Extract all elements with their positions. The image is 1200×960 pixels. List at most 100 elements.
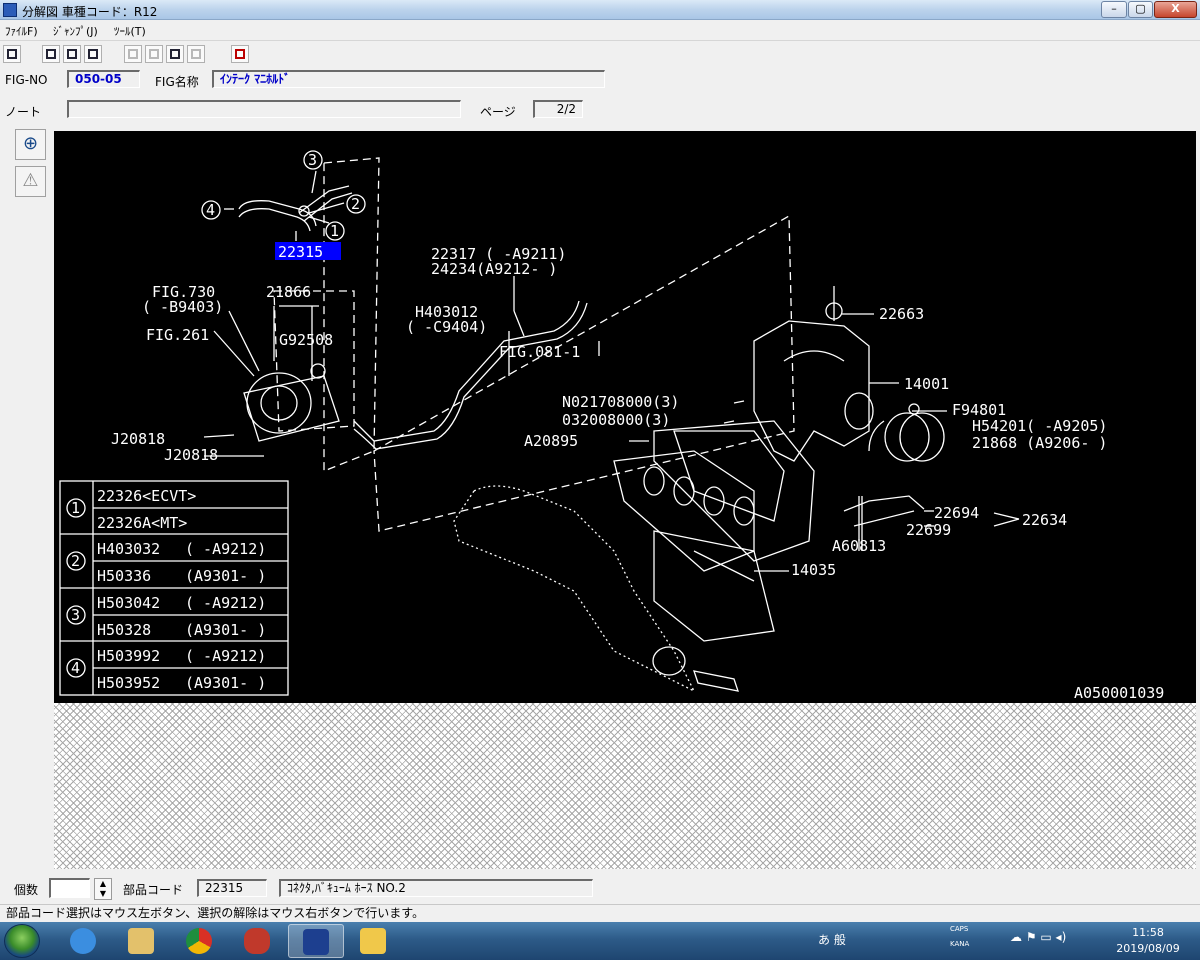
legend-2-row1-part[interactable]: H403032 — [97, 540, 160, 558]
fig-no-label: FIG-NO — [5, 73, 48, 87]
legend-3-row2-range: (A9301- ) — [185, 621, 266, 639]
note-field[interactable] — [67, 100, 461, 118]
part-j20818-upper[interactable]: J20818 — [111, 430, 165, 448]
back-button[interactable] — [166, 45, 184, 63]
callout-3[interactable]: 3 — [308, 151, 317, 169]
callout-1[interactable]: 1 — [330, 222, 339, 240]
menu-jump[interactable]: ｼﾞｬﾝﾌﾟ(J) — [53, 23, 98, 39]
search-button[interactable] — [42, 45, 60, 63]
print-button[interactable] — [3, 45, 21, 63]
taskbar-chrome[interactable] — [172, 924, 228, 958]
part-code-field[interactable]: 22315 — [197, 879, 267, 897]
part-a60813[interactable]: A60813 — [832, 537, 886, 555]
part-032008000[interactable]: 032008000(3) — [562, 411, 670, 429]
legend-3-row2-part[interactable]: H50328 — [97, 621, 151, 639]
menu-file[interactable]: ﾌｧｲﾙF) — [5, 23, 38, 39]
ime-indicator[interactable]: あ 般 — [818, 931, 846, 948]
list-button[interactable] — [63, 45, 81, 63]
chrome-icon — [186, 928, 212, 954]
forward-icon — [191, 49, 201, 59]
status-bar: 部品コード選択はマウス左ボタン、選択の解除はマウス右ボタンで行います。 — [0, 904, 1200, 922]
legend-4-row1-part[interactable]: H503992 — [97, 647, 160, 665]
fig-no-field[interactable]: 050-05 — [67, 70, 140, 88]
legend-3-row1-range: ( -A9212) — [185, 594, 266, 612]
taskbar-folder[interactable] — [346, 924, 402, 958]
caps-indicator: CAPS — [950, 925, 969, 933]
part-22694[interactable]: 22694 — [934, 504, 979, 522]
part-code-label: 部品コード — [123, 883, 184, 897]
part-name-field[interactable]: ｺﾈｸﾀ,ﾊﾞｷｭｰﾑ ﾎｰｽ NO.2 — [279, 879, 593, 897]
part-22663[interactable]: 22663 — [879, 305, 924, 323]
exit-button[interactable] — [231, 45, 249, 63]
taskbar: あ 般 CAPS KANA ☁ ⚑ ▭ ◂) 11:58 2019/08/09 — [0, 922, 1200, 960]
fig-261-link[interactable]: FIG.261 — [146, 326, 209, 344]
warning-button[interactable]: ⚠ — [15, 166, 46, 197]
legend-2-row2-part[interactable]: H50336 — [97, 567, 151, 585]
forward-button[interactable] — [187, 45, 205, 63]
next-page-button[interactable] — [145, 45, 163, 63]
menu-tool[interactable]: ﾂｰﾙ(T) — [114, 23, 146, 39]
part-j20818-lower[interactable]: J20818 — [164, 446, 218, 464]
fig-name-field[interactable]: ｲﾝﾃｰｸ ﾏﾆﾎﾙﾄﾞ — [212, 70, 605, 88]
legend-1-num: 1 — [71, 499, 80, 517]
prev-page-button[interactable] — [124, 45, 142, 63]
legend-3-row1-part[interactable]: H503042 — [97, 594, 160, 612]
callout-4[interactable]: 4 — [206, 201, 215, 219]
part-21868[interactable]: 21868 (A9206- ) — [972, 434, 1107, 452]
warning-icon: ⚠ — [22, 170, 39, 191]
part-a20895[interactable]: A20895 — [524, 432, 578, 450]
legend-1-row2-part[interactable]: 22326A<MT> — [97, 514, 187, 532]
subaru-parts-icon — [303, 929, 329, 955]
legend-2-row2-range: (A9301- ) — [185, 567, 266, 585]
explorer-icon — [128, 928, 154, 954]
page-field[interactable]: 2/2 — [533, 100, 583, 118]
part-24234[interactable]: 24234(A9212- ) — [431, 260, 557, 278]
taskbar-ie[interactable] — [56, 924, 112, 958]
part-21866[interactable]: 21866 — [266, 283, 311, 301]
spin-up-icon[interactable]: ▲ — [100, 879, 106, 888]
callout-2[interactable]: 2 — [351, 195, 360, 213]
legend-4-row2-range: (A9301- ) — [185, 674, 266, 692]
toolbar — [0, 40, 1200, 66]
legend-1-row1-part[interactable]: 22326<ECVT> — [97, 487, 196, 505]
search-doc-icon — [46, 49, 56, 59]
part-22634[interactable]: 22634 — [1022, 511, 1067, 529]
ie-icon — [70, 928, 96, 954]
spin-down-icon[interactable]: ▼ — [100, 889, 106, 898]
part-22699[interactable]: 22699 — [906, 521, 951, 539]
part-14001[interactable]: 14001 — [904, 375, 949, 393]
fig-081-link[interactable]: FIG.081-1 — [499, 343, 580, 361]
start-button[interactable] — [4, 924, 40, 958]
taskbar-subaru-parts[interactable] — [288, 924, 344, 958]
jump-button[interactable] — [84, 45, 102, 63]
part-n021708000[interactable]: N021708000(3) — [562, 393, 679, 411]
exploded-diagram[interactable]: 22315 3 4 2 1 22317 ( -A9211) 24234(A921… — [54, 131, 1196, 703]
qty-spinner[interactable]: ▲ ▼ — [94, 878, 112, 900]
clock[interactable]: 11:58 2019/08/09 — [1100, 925, 1196, 957]
taskbar-game[interactable] — [230, 924, 286, 958]
legend-4-row2-part[interactable]: H503952 — [97, 674, 160, 692]
part-g92508[interactable]: G92508 — [279, 331, 333, 349]
window-title: 分解図 車種コード：R12 — [22, 5, 158, 19]
prev-icon — [128, 49, 138, 59]
diagram-svg: 22315 3 4 2 1 22317 ( -A9211) 24234(A921… — [59, 150, 1164, 702]
selected-part-label[interactable]: 22315 — [278, 243, 323, 261]
part-14035[interactable]: 14035 — [791, 561, 836, 579]
diagram-code: A050001039 — [1074, 684, 1164, 702]
qty-field[interactable] — [49, 878, 90, 898]
taskbar-explorer[interactable] — [114, 924, 170, 958]
legend-2-num: 2 — [71, 552, 80, 570]
fig-730-range: ( -B9403) — [142, 298, 223, 316]
part-h403012-range: ( -C9404) — [406, 318, 487, 336]
parts-list-area[interactable] — [54, 703, 1196, 869]
list-icon — [67, 49, 77, 59]
close-button[interactable]: X — [1154, 1, 1197, 18]
printer-icon — [7, 49, 17, 59]
part-h54201[interactable]: H54201( -A9205) — [972, 417, 1107, 435]
minimize-button[interactable]: – — [1101, 1, 1127, 18]
network-icon[interactable]: ☁ ⚑ ▭ ◂) — [1010, 930, 1066, 944]
exit-icon — [235, 49, 245, 59]
zoom-button[interactable]: ⊕ — [15, 129, 46, 160]
maximize-button[interactable]: ▢ — [1128, 1, 1153, 18]
game-icon — [244, 928, 270, 954]
